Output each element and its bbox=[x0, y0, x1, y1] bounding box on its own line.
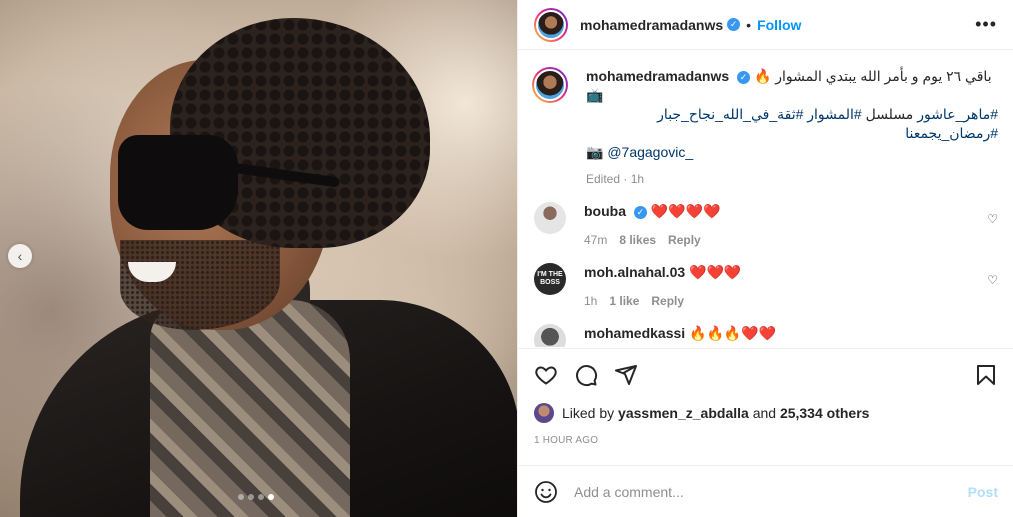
carousel-dot-active bbox=[268, 494, 274, 500]
post-sidebar: mohamedramadanws ✓ • Follow ••• mohamedr… bbox=[517, 0, 1013, 517]
post-comment-button[interactable]: Post bbox=[968, 484, 998, 500]
comment-meta: 1h 1 like Reply bbox=[584, 294, 987, 308]
follow-button[interactable]: Follow bbox=[757, 17, 801, 33]
commenter-avatar[interactable] bbox=[534, 202, 566, 234]
avatar-text: I'M THE BOSS bbox=[537, 271, 563, 286]
commenter-avatar[interactable]: I'M THE BOSS bbox=[534, 263, 566, 295]
caption-line-3: 📷 @7agagovic_ bbox=[586, 143, 998, 162]
author-username[interactable]: mohamedramadanws bbox=[580, 17, 723, 33]
author-avatar-image bbox=[536, 9, 566, 40]
heart-icon[interactable] bbox=[534, 363, 558, 387]
comment-body: mohamedkassi 🔥🔥🔥❤️❤️ bbox=[584, 324, 998, 343]
commenter-username[interactable]: moh.alnahal.03 bbox=[584, 264, 685, 280]
hashtag-link[interactable]: #رمضان_يجمعنا bbox=[905, 125, 998, 141]
caption-meta: Edited · 1h bbox=[586, 172, 998, 186]
caption-edited-time: Edited · 1h bbox=[586, 172, 645, 186]
comment-row: mohamedkassi 🔥🔥🔥❤️❤️ bbox=[534, 324, 998, 347]
caption-avatar[interactable] bbox=[532, 67, 568, 103]
liker-avatar[interactable] bbox=[534, 403, 554, 423]
comment-meta: 47m 8 likes Reply bbox=[584, 233, 987, 247]
liked-by-row: Liked by yassmen_z_abdalla and 25,334 ot… bbox=[534, 403, 998, 423]
liked-by-prefix: Liked by bbox=[562, 405, 615, 421]
post-actions: Liked by yassmen_z_abdalla and 25,334 ot… bbox=[518, 348, 1013, 446]
comment-text: 🔥🔥🔥❤️❤️ bbox=[689, 325, 777, 341]
commenter-username[interactable]: bouba bbox=[584, 203, 626, 219]
verified-badge-icon: ✓ bbox=[737, 70, 751, 84]
emoji-icon[interactable] bbox=[534, 480, 558, 504]
comment-body: moh.alnahal.03 ❤️❤️❤️ 1h 1 like Reply bbox=[584, 263, 987, 308]
more-options-icon[interactable]: ••• bbox=[975, 14, 997, 35]
commenter-avatar[interactable] bbox=[534, 324, 566, 347]
caption-avatar-image bbox=[534, 69, 566, 101]
commenter-username[interactable]: mohamedkassi bbox=[584, 325, 685, 341]
like-comment-heart-icon[interactable]: ♡ bbox=[987, 273, 998, 287]
like-comment-heart-icon[interactable]: ♡ bbox=[987, 212, 998, 226]
hashtag-link[interactable]: #المشوار bbox=[807, 106, 861, 122]
hashtag-link[interactable]: #ثقة_في_الله_نجاح_جبار bbox=[657, 106, 803, 122]
carousel-prev-button[interactable]: ‹ bbox=[8, 244, 32, 268]
carousel-dot bbox=[258, 494, 264, 500]
photo-scarf bbox=[150, 300, 350, 517]
caption-line-2: #ماهر_عاشور مسلسل #المشوار #ثقة_في_الله_… bbox=[586, 105, 998, 143]
comment-text: ❤️❤️❤️❤️ bbox=[650, 203, 721, 219]
comment-row: bouba ✓ ❤️❤️❤️❤️ 47m 8 likes Reply ♡ bbox=[534, 202, 998, 247]
post-photo[interactable]: ‹ bbox=[0, 0, 517, 517]
comment-input[interactable] bbox=[574, 483, 968, 500]
author-avatar[interactable] bbox=[534, 7, 568, 42]
comment-text-line: mohamedkassi 🔥🔥🔥❤️❤️ bbox=[584, 324, 998, 343]
caption-word: مسلسل bbox=[865, 106, 914, 122]
comment-body: bouba ✓ ❤️❤️❤️❤️ 47m 8 likes Reply bbox=[584, 202, 987, 247]
comment-row: I'M THE BOSS moh.alnahal.03 ❤️❤️❤️ 1h 1 … bbox=[534, 263, 998, 308]
comment-text-line: bouba ✓ ❤️❤️❤️❤️ bbox=[584, 202, 987, 221]
comment-text: ❤️❤️❤️ bbox=[689, 264, 742, 280]
caption-body: mohamedramadanws ✓ باقي ٢٦ يوم و بأمر ال… bbox=[586, 67, 998, 186]
photo-sunglasses bbox=[118, 135, 238, 230]
post-header: mohamedramadanws ✓ • Follow ••• bbox=[518, 0, 1013, 50]
comment-likes[interactable]: 8 likes bbox=[619, 233, 656, 247]
likes-count-link[interactable]: 25,334 others bbox=[780, 405, 870, 421]
carousel-dot bbox=[248, 494, 254, 500]
liker-username[interactable]: yassmen_z_abdalla bbox=[618, 405, 749, 421]
comment-time: 47m bbox=[584, 233, 608, 247]
camera-icon: 📷 bbox=[586, 144, 604, 160]
header-separator: • bbox=[746, 16, 752, 33]
liked-by-and: and bbox=[752, 405, 777, 421]
caption-line-1: mohamedramadanws ✓ باقي ٢٦ يوم و بأمر ال… bbox=[586, 67, 998, 105]
share-icon[interactable] bbox=[614, 363, 638, 387]
bookmark-icon[interactable] bbox=[974, 363, 998, 387]
comment-likes[interactable]: 1 like bbox=[609, 294, 639, 308]
action-bar bbox=[534, 363, 998, 387]
post-modal: ‹ mohamedramadanws ✓ • Follow ••• mohame… bbox=[0, 0, 1013, 517]
comment-text-line: moh.alnahal.03 ❤️❤️❤️ bbox=[584, 263, 987, 282]
verified-badge-icon: ✓ bbox=[633, 205, 647, 219]
caption-username[interactable]: mohamedramadanws bbox=[586, 68, 729, 84]
reply-button[interactable]: Reply bbox=[668, 233, 701, 247]
comments-section[interactable]: mohamedramadanws ✓ باقي ٢٦ يوم و بأمر ال… bbox=[518, 51, 1013, 347]
carousel-dots bbox=[238, 494, 274, 500]
verified-badge-icon: ✓ bbox=[727, 18, 741, 31]
comment-icon[interactable] bbox=[574, 363, 598, 387]
mention-link[interactable]: @7agagovic_ bbox=[607, 144, 693, 160]
comment-time: 1h bbox=[584, 294, 598, 308]
reply-button[interactable]: Reply bbox=[651, 294, 684, 308]
hashtag-link[interactable]: #ماهر_عاشور bbox=[917, 106, 998, 122]
carousel-dot bbox=[238, 494, 244, 500]
chevron-left-icon: ‹ bbox=[17, 248, 23, 264]
caption-row: mohamedramadanws ✓ باقي ٢٦ يوم و بأمر ال… bbox=[532, 67, 998, 186]
comment-composer: Post bbox=[518, 465, 1013, 517]
post-timestamp[interactable]: 1 HOUR AGO bbox=[534, 435, 998, 446]
